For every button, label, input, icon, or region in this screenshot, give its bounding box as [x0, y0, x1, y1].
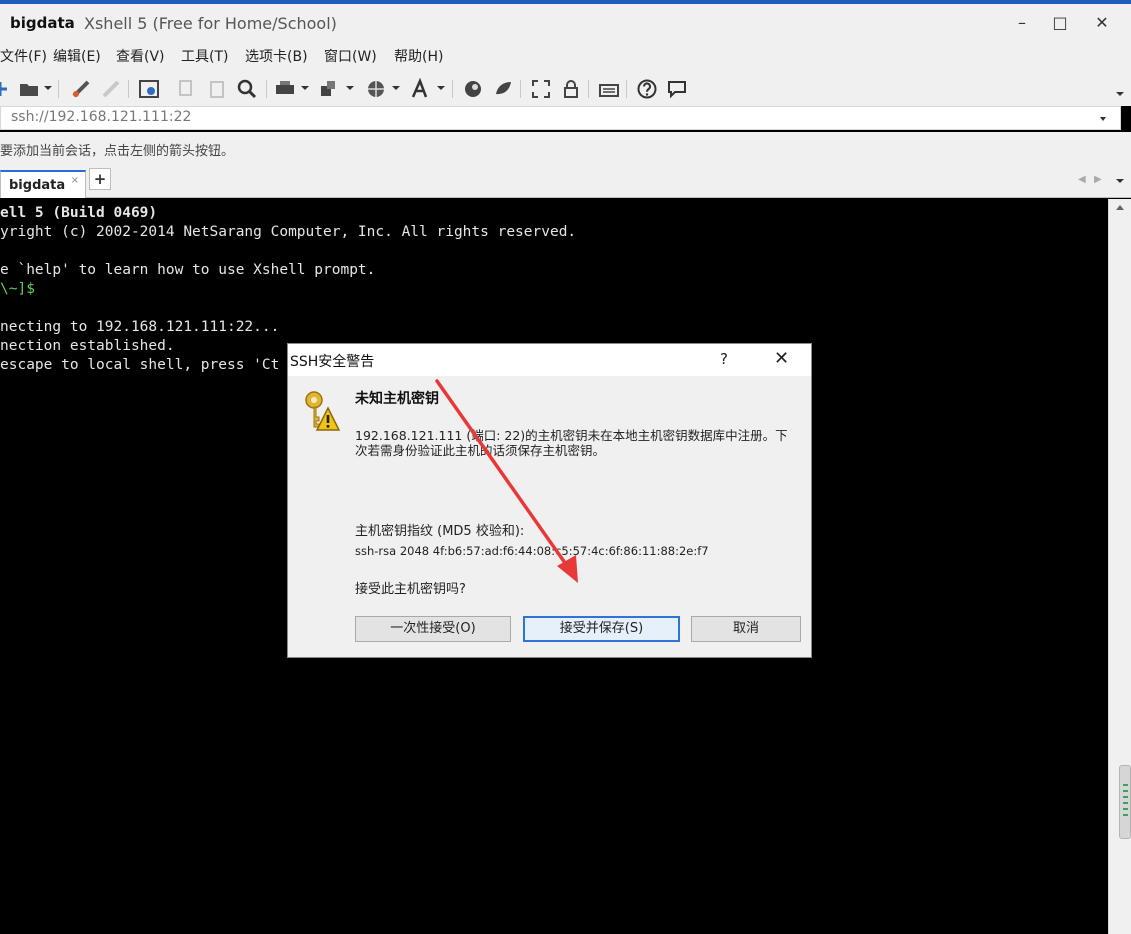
menu-window[interactable]: 窗口(W): [324, 46, 377, 66]
maximize-button[interactable]: □: [1040, 8, 1080, 38]
copy-icon[interactable]: [176, 78, 198, 100]
terminal-line: e `help' to learn how to use Xshell prom…: [0, 262, 376, 278]
fullscreen-icon[interactable]: [530, 78, 552, 100]
window-subtitle: Xshell 5 (Free for Home/School): [84, 14, 337, 33]
toolbar-separator: [128, 80, 129, 98]
accept-once-button[interactable]: 一次性接受(O): [355, 616, 511, 642]
ssh-security-alert-dialog: SSH安全警告 ? ✕ 未知主机密钥 192.168.121.111 (端口: …: [287, 343, 812, 658]
menu-file[interactable]: 文件(F): [0, 46, 47, 66]
open-dropdown-icon[interactable]: [44, 86, 52, 90]
address-input[interactable]: ssh://192.168.121.111:22: [11, 109, 191, 125]
toolbar-separator: [266, 80, 267, 98]
menu-edit[interactable]: 编辑(E): [53, 46, 101, 66]
toolbar: [0, 70, 1131, 106]
keyboard-icon[interactable]: [598, 78, 620, 100]
font-dropdown-icon[interactable]: [437, 86, 445, 90]
menu-tools[interactable]: 工具(T): [181, 46, 228, 66]
terminal-line: necting to 192.168.121.111:22...: [0, 319, 280, 335]
title-bar: bigdata Xshell 5 (Free for Home/School) …: [0, 0, 1131, 42]
toolbar-separator: [588, 80, 589, 98]
toolbar-separator: [452, 80, 453, 98]
globe-dropdown-icon[interactable]: [392, 86, 400, 90]
cancel-button[interactable]: 取消: [691, 616, 801, 642]
xftp-icon[interactable]: [462, 78, 484, 100]
grip-mark: [1123, 814, 1128, 816]
grip-mark: [1123, 784, 1128, 786]
dialog-heading: 未知主机密钥: [355, 391, 439, 407]
menu-tabs[interactable]: 选项卡(B): [245, 46, 308, 66]
dialog-title-bar: SSH安全警告 ? ✕: [288, 344, 811, 376]
transfer-dropdown-icon[interactable]: [346, 86, 354, 90]
properties-icon[interactable]: [138, 78, 160, 100]
tab-list-dropdown-icon[interactable]: [1116, 179, 1124, 183]
tab-bar: bigdata × + ◀ ▶: [0, 166, 1131, 198]
minimize-button[interactable]: –: [1002, 8, 1042, 38]
menu-bar: 文件(F) 编辑(E) 查看(V) 工具(T) 选项卡(B) 窗口(W) 帮助(…: [0, 42, 1131, 70]
toolbar-separator: [626, 80, 627, 98]
toolbar-overflow-icon[interactable]: [1116, 92, 1124, 96]
print-icon[interactable]: [274, 78, 296, 100]
scroll-thumb[interactable]: [1119, 765, 1131, 839]
find-icon[interactable]: [236, 78, 258, 100]
help-icon[interactable]: [636, 78, 658, 100]
font-icon[interactable]: [410, 78, 432, 100]
session-hint-text: 要添加当前会话，点击左侧的箭头按钮。: [0, 144, 235, 159]
close-window-button[interactable]: ✕: [1082, 8, 1122, 38]
transfer-icon[interactable]: [318, 78, 340, 100]
globe-icon[interactable]: [365, 78, 387, 100]
dialog-title: SSH安全警告: [290, 354, 375, 370]
paste-icon[interactable]: [206, 78, 228, 100]
menu-view[interactable]: 查看(V): [116, 46, 165, 66]
add-tab-button[interactable]: +: [89, 168, 111, 190]
terminal-scrollbar[interactable]: [1108, 199, 1131, 934]
session-hint-bar: 要添加当前会话，点击左侧的箭头按钮。: [0, 132, 1131, 166]
terminal-line: nection established.: [0, 338, 175, 354]
tab-scroll-right-icon[interactable]: ▶: [1094, 174, 1102, 185]
tab-bigdata[interactable]: bigdata ×: [0, 170, 86, 198]
terminal-line: ell 5 (Build 0469): [0, 205, 158, 221]
tab-scroll-left-icon[interactable]: ◀: [1078, 174, 1086, 185]
terminal-line: escape to local shell, press 'Ct: [0, 357, 280, 373]
new-session-icon[interactable]: [0, 78, 14, 100]
fingerprint-label: 主机密钥指纹 (MD5 校验和):: [355, 524, 525, 539]
accept-question: 接受此主机密钥吗?: [355, 582, 466, 597]
key-warning-icon: [305, 391, 340, 431]
grip-mark: [1123, 808, 1128, 810]
accept-and-save-button[interactable]: 接受并保存(S): [523, 616, 680, 642]
connect-icon[interactable]: [70, 78, 92, 100]
dialog-message: 192.168.121.111 (端口: 22)的主机密钥未在本地主机密钥数据库…: [355, 428, 788, 458]
address-dropdown-icon[interactable]: [1100, 117, 1106, 121]
scroll-up-icon[interactable]: [1116, 205, 1124, 210]
address-bar[interactable]: ssh://192.168.121.111:22: [0, 106, 1121, 130]
tab-label: bigdata: [9, 178, 66, 193]
chat-icon[interactable]: [666, 78, 688, 100]
terminal-line: yright (c) 2002-2014 NetSarang Computer,…: [0, 224, 577, 240]
grip-mark: [1123, 796, 1128, 798]
dialog-close-button[interactable]: ✕: [774, 348, 789, 369]
tab-close-icon[interactable]: ×: [71, 175, 79, 186]
toolbar-separator: [58, 80, 59, 98]
terminal-prompt: \~]$: [0, 281, 35, 297]
lock-icon[interactable]: [560, 78, 582, 100]
window-title: bigdata: [10, 14, 75, 32]
fingerprint-value: ssh-rsa 2048 4f:b6:57:ad:f6:44:08:c5:57:…: [355, 544, 709, 558]
toolbar-separator: [520, 80, 521, 98]
dialog-help-button[interactable]: ?: [720, 350, 728, 368]
menu-help[interactable]: 帮助(H): [394, 46, 443, 66]
print-dropdown-icon[interactable]: [301, 86, 309, 90]
grip-mark: [1123, 802, 1128, 804]
open-folder-icon[interactable]: [18, 78, 40, 100]
disconnect-icon[interactable]: [100, 78, 122, 100]
xagent-icon[interactable]: [492, 78, 514, 100]
grip-mark: [1123, 790, 1128, 792]
